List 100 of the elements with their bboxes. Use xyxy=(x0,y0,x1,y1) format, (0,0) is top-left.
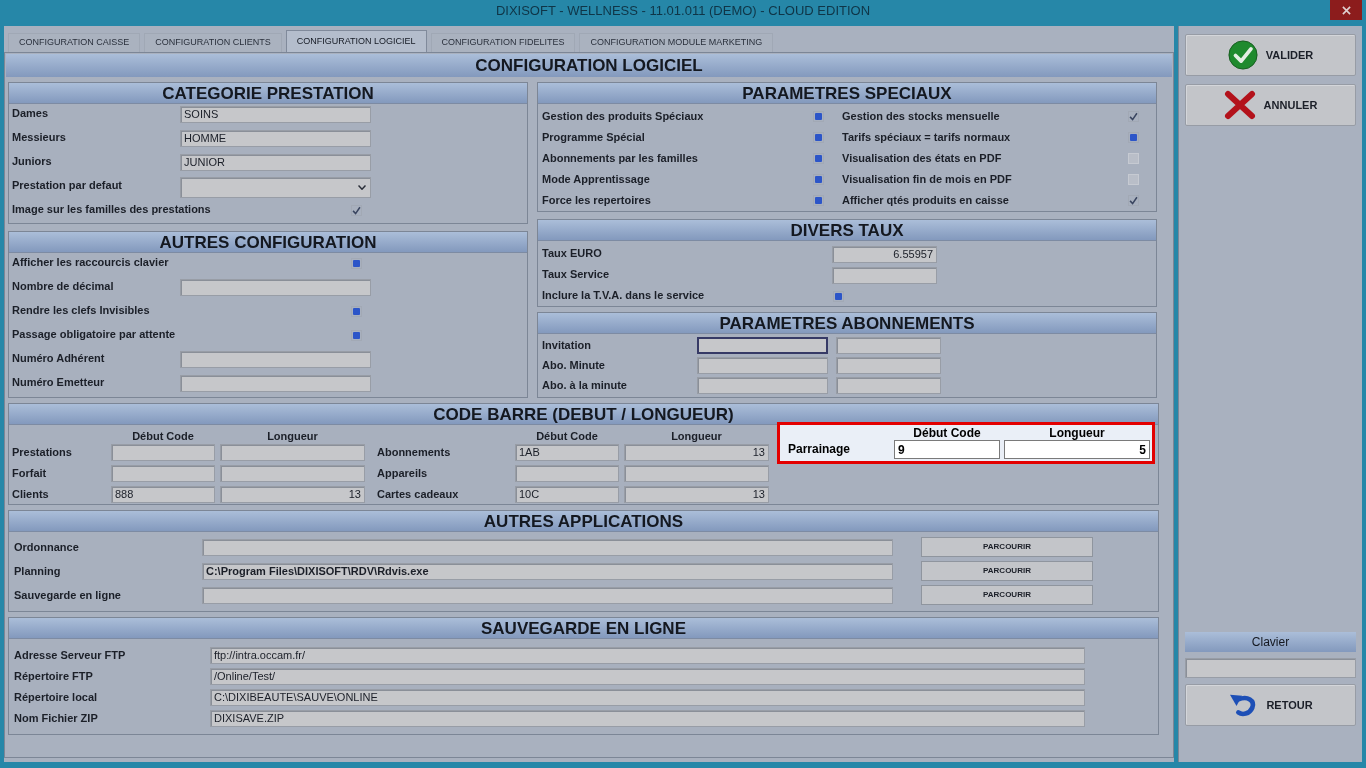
field-label: Abo. Minute xyxy=(542,358,605,373)
text-field[interactable]: HOMME xyxy=(180,130,371,147)
field-label: Mode Apprentissage xyxy=(542,172,650,187)
field-label: Prestation par defaut xyxy=(12,178,123,193)
text-field[interactable] xyxy=(180,375,371,392)
text-field[interactable]: DIXISAVE.ZIP xyxy=(210,710,1085,727)
text-field[interactable] xyxy=(202,586,893,604)
column-header: Longueur xyxy=(1049,425,1105,440)
section-header: PARAMETRES ABONNEMENTS xyxy=(538,313,1156,334)
filled-square-icon xyxy=(815,134,822,141)
confirm-button[interactable]: VALIDER xyxy=(1185,34,1356,76)
tab[interactable]: CONFIGURATION CAISSE xyxy=(8,33,141,52)
filled-square-icon xyxy=(835,293,842,300)
text-field[interactable]: 6.55957 xyxy=(832,246,937,263)
check-icon xyxy=(352,206,361,215)
checkbox[interactable] xyxy=(1128,132,1139,143)
text-field[interactable]: SOINS xyxy=(180,106,371,123)
field-label: Abonnements xyxy=(377,445,451,460)
section-header: CODE BARRE (DEBUT / LONGUEUR) xyxy=(9,404,1158,425)
checkbox[interactable] xyxy=(1128,195,1139,206)
text-field[interactable]: 13 xyxy=(624,486,769,503)
check-icon xyxy=(1129,196,1138,205)
close-button[interactable] xyxy=(1330,0,1362,20)
checkbox[interactable] xyxy=(351,306,362,317)
text-field[interactable] xyxy=(180,279,371,296)
text-field[interactable]: 13 xyxy=(624,444,769,461)
field-label: Afficher qtés produits en caisse xyxy=(842,193,1009,208)
close-icon xyxy=(1341,5,1351,15)
checkbox[interactable] xyxy=(813,174,824,185)
text-field[interactable]: C:\Program Files\DIXISOFT\RDV\Rdvis.exe xyxy=(202,562,893,580)
text-field[interactable]: C:\DIXIBEAUTE\SAUVE\ONLINE xyxy=(210,689,1085,706)
checkbox[interactable] xyxy=(813,111,824,122)
field-label: Juniors xyxy=(12,154,52,169)
tab[interactable]: CONFIGURATION MODULE MARKETING xyxy=(579,33,774,52)
field-label: Forfait xyxy=(12,466,47,481)
browse-button[interactable]: PARCOURIR xyxy=(921,561,1093,581)
x-mark-icon xyxy=(1223,90,1256,120)
text-field[interactable] xyxy=(832,267,937,284)
field-label: Visualisation fin de mois en PDF xyxy=(842,172,1012,187)
text-field[interactable] xyxy=(220,444,365,461)
field-label: Tarifs spéciaux = tarifs normaux xyxy=(842,130,1011,145)
browse-button[interactable]: PARCOURIR xyxy=(921,537,1093,557)
keyboard-field[interactable] xyxy=(1185,658,1356,678)
field-label: Parrainage xyxy=(788,442,851,457)
text-field[interactable]: 9 xyxy=(894,440,1000,459)
field-label: Sauvegarde en ligne xyxy=(14,587,121,603)
text-field[interactable]: 1AB xyxy=(515,444,619,461)
text-field[interactable] xyxy=(202,538,893,556)
text-field[interactable] xyxy=(697,377,828,394)
field-label: Adresse Serveur FTP xyxy=(14,648,126,663)
dropdown[interactable] xyxy=(180,177,371,198)
filled-square-icon xyxy=(353,260,360,267)
text-field[interactable] xyxy=(220,465,365,482)
filled-square-icon xyxy=(815,155,822,162)
section-header: DIVERS TAUX xyxy=(538,220,1156,241)
column-header: Début Code xyxy=(132,429,194,443)
checkbox[interactable] xyxy=(351,330,362,341)
text-field[interactable] xyxy=(697,357,828,374)
text-field[interactable]: 13 xyxy=(220,486,365,503)
field-label: Répertoire local xyxy=(14,690,98,705)
back-button[interactable]: RETOUR xyxy=(1185,684,1356,726)
tab[interactable]: CONFIGURATION LOGICIEL xyxy=(285,30,427,52)
tab[interactable]: CONFIGURATION CLIENTS xyxy=(144,33,282,52)
section-header: PARAMETRES SPECIAUX xyxy=(538,83,1156,104)
filled-square-icon xyxy=(815,197,822,204)
browse-button[interactable]: PARCOURIR xyxy=(921,585,1093,605)
text-field[interactable] xyxy=(180,351,371,368)
filled-square-icon xyxy=(815,113,822,120)
field-label: Prestations xyxy=(12,445,72,460)
text-field[interactable] xyxy=(836,357,941,374)
checkbox[interactable] xyxy=(813,132,824,143)
column-header: Début Code xyxy=(536,429,598,443)
field-label: Messieurs xyxy=(12,130,66,145)
text-field[interactable] xyxy=(836,377,941,394)
checkbox[interactable] xyxy=(813,153,824,164)
cancel-button[interactable]: ANNULER xyxy=(1185,84,1356,126)
text-field[interactable] xyxy=(697,337,828,354)
text-field[interactable] xyxy=(836,337,941,354)
text-field[interactable] xyxy=(515,465,619,482)
text-field[interactable]: 5 xyxy=(1004,440,1150,459)
tab[interactable]: CONFIGURATION FIDELITES xyxy=(430,33,576,52)
column-header: Longueur xyxy=(267,429,318,443)
checkbox[interactable] xyxy=(813,195,824,206)
text-field[interactable]: /Online/Test/ xyxy=(210,668,1085,685)
text-field[interactable] xyxy=(624,465,769,482)
field-label: Afficher les raccourcis clavier xyxy=(12,255,169,270)
checkbox[interactable] xyxy=(1128,111,1139,122)
checkbox[interactable] xyxy=(833,291,844,302)
section-header: AUTRES CONFIGURATION xyxy=(9,232,527,253)
text-field[interactable] xyxy=(111,444,215,461)
checkbox[interactable] xyxy=(351,258,362,269)
field-label: Inclure la T.V.A. dans le service xyxy=(542,288,705,303)
text-field[interactable]: JUNIOR xyxy=(180,154,371,171)
text-field[interactable]: ftp://intra.occam.fr/ xyxy=(210,647,1085,664)
checkbox[interactable] xyxy=(351,205,362,216)
filled-square-icon xyxy=(815,176,822,183)
text-field[interactable]: 888 xyxy=(111,486,215,503)
text-field[interactable] xyxy=(111,465,215,482)
text-field[interactable]: 10C xyxy=(515,486,619,503)
filled-square-icon xyxy=(1130,134,1137,141)
